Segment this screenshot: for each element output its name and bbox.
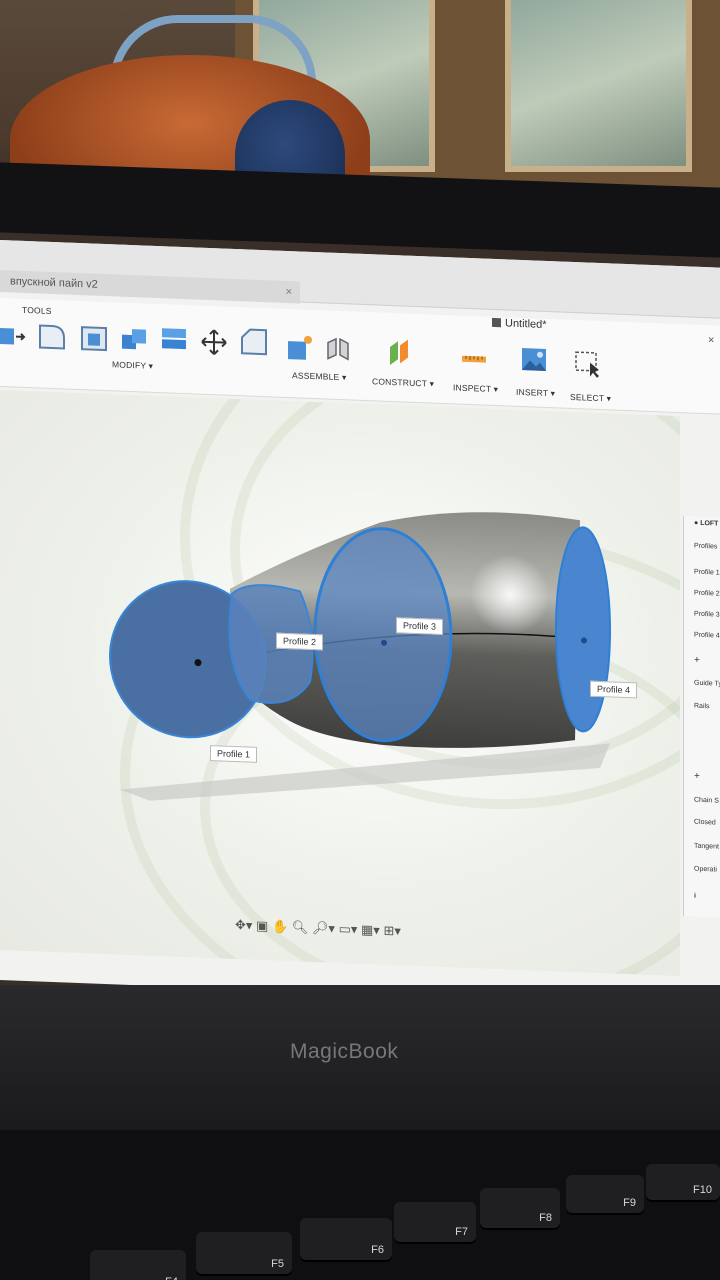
press-pull-icon[interactable] (0, 322, 28, 351)
profile-row-3[interactable]: Profile 3 (694, 611, 720, 619)
key-f7[interactable]: F7 (394, 1202, 476, 1244)
document-cube-icon (492, 317, 501, 328)
assemble-menu[interactable]: ASSEMBLE ▾ (292, 370, 346, 383)
profile-3-label[interactable]: Profile 3 (396, 617, 444, 636)
chain-selection-label: Chain S (694, 796, 719, 805)
cabinet-glass-right (505, 0, 692, 172)
viewports-icon[interactable]: ⊞▾ (383, 923, 400, 939)
combine-icon[interactable] (120, 325, 148, 354)
profile-row-4[interactable]: Profile 4 (694, 632, 720, 640)
guide-type-label: Guide Ty (694, 679, 720, 688)
inspect-menu[interactable]: INSPECT ▾ (453, 382, 498, 395)
loft-model[interactable] (0, 390, 680, 976)
loft-dialog: ● LOFT Profiles Profile 1 Profile 2 Prof… (683, 516, 720, 918)
fillet-icon[interactable] (38, 321, 66, 350)
profile-4-label[interactable]: Profile 4 (590, 680, 638, 699)
split-body-icon[interactable] (160, 324, 188, 353)
add-rail-button[interactable]: + (694, 771, 700, 782)
info-icon[interactable]: i (694, 893, 696, 900)
new-component-icon[interactable] (286, 333, 314, 362)
closed-label: Closed (694, 818, 716, 827)
rails-label: Rails (694, 702, 710, 711)
select-menu[interactable]: SELECT ▾ (570, 392, 611, 405)
zoom-icon[interactable]: 🔍︎ (292, 919, 309, 935)
profile-3-ellipse[interactable] (313, 526, 453, 743)
move-icon[interactable] (200, 328, 228, 357)
close-tab-icon[interactable]: × (286, 281, 292, 303)
key-f9[interactable]: F9 (566, 1175, 644, 1215)
loft-dialog-title: ● LOFT (694, 519, 719, 528)
zoom-window-icon[interactable]: 🔎︎▾ (312, 920, 335, 936)
display-settings-icon[interactable]: ▭▾ (339, 921, 358, 937)
construct-menu[interactable]: CONSTRUCT ▾ (372, 376, 434, 389)
key-f4[interactable]: F4 (90, 1250, 186, 1280)
modify-menu[interactable]: MODIFY ▾ (112, 359, 153, 372)
offset-plane-icon[interactable] (388, 339, 416, 368)
orbit-icon[interactable]: ✥▾ (235, 917, 252, 933)
profiles-header: Profiles (694, 542, 718, 551)
operation-label: Operati (694, 865, 717, 874)
profile-row-2[interactable]: Profile 2 (694, 590, 720, 598)
profile-1-label[interactable]: Profile 1 (210, 745, 258, 763)
insert-image-icon[interactable] (520, 346, 548, 375)
profile-row-1[interactable]: Profile 1 (694, 569, 720, 577)
pan-icon[interactable]: ✋ (272, 918, 288, 934)
keyboard: F4 F5 F6 F7 F8 F9 F10 (0, 1130, 720, 1280)
key-f6[interactable]: F6 (300, 1218, 392, 1262)
shell-icon[interactable] (80, 323, 108, 352)
window-title: Untitled* (492, 317, 547, 331)
laptop-screen: впускной пайп v2 × TOOLS MODIFY ▾ ASSEMB… (0, 240, 720, 1008)
laptop-brand: MagicBook (290, 1040, 399, 1063)
close-window-icon[interactable]: × (708, 334, 714, 346)
profile-2-label[interactable]: Profile 2 (276, 632, 324, 651)
key-f10[interactable]: F10 (646, 1164, 720, 1202)
profile-4-ellipse[interactable] (555, 526, 611, 733)
add-profile-button[interactable]: + (694, 655, 700, 666)
look-at-icon[interactable]: ▣ (256, 918, 268, 933)
insert-menu[interactable]: INSERT ▾ (516, 387, 555, 400)
document-tab-name: впускной пайп v2 (10, 275, 98, 291)
joint-icon[interactable] (324, 334, 352, 363)
grid-icon[interactable]: ▦▾ (361, 922, 380, 938)
key-f5[interactable]: F5 (196, 1232, 292, 1276)
select-box-icon[interactable] (574, 350, 602, 379)
3d-viewport[interactable]: Profile 1 Profile 2 Profile 3 Profile 4 (0, 390, 680, 977)
key-f8[interactable]: F8 (480, 1188, 560, 1230)
photo-stage: впускной пайп v2 × TOOLS MODIFY ▾ ASSEMB… (0, 0, 720, 1280)
tangent-label: Tangent (694, 842, 719, 851)
chamfer-icon[interactable] (240, 327, 268, 356)
measure-icon[interactable] (460, 344, 488, 373)
tools-tab[interactable]: TOOLS (22, 305, 52, 316)
